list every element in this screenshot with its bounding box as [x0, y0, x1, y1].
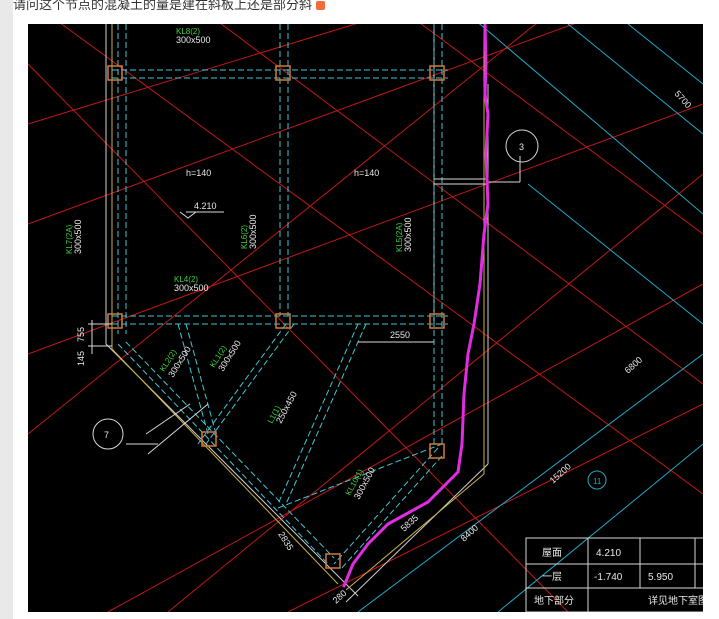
- slab-thickness-right: h=140: [354, 168, 379, 178]
- elevation-mark: 4.210: [194, 201, 217, 211]
- dimension-6800: 6800: [623, 355, 645, 376]
- table-row2-col2: -1.740: [594, 572, 623, 583]
- cad-drawing-image: 3 7 11 h=140 h=140 4.210 KL8(2) 300x500 …: [28, 24, 703, 612]
- axis-marker-a-label: 3: [519, 142, 524, 152]
- dimension-145: 145: [76, 351, 86, 366]
- dimension-280: 280: [331, 588, 349, 605]
- beam-kl6-size: 300x500: [248, 214, 258, 249]
- dimension-8400: 8400: [459, 523, 481, 544]
- table-row2-col3: 5.950: [648, 572, 673, 583]
- dimension-5700: 5700: [673, 89, 694, 111]
- beam-kl4-size: 300x500: [174, 283, 209, 293]
- cad-drawing-svg: 3 7 11 h=140 h=140 4.210 KL8(2) 300x500 …: [28, 24, 703, 612]
- magenta-annotation-stroke: [342, 24, 490, 588]
- dimension-2835: 2835: [276, 530, 295, 552]
- cyan-dashed-beams: [112, 24, 448, 571]
- question-text: 请问这个节点的混凝土的量是建在斜板上还是部分斜: [13, 0, 703, 14]
- beam-kl8-size: 300x500: [176, 35, 211, 45]
- left-margin-strip: [0, 0, 13, 619]
- table-row2-col1: 一层: [542, 571, 562, 583]
- red-axis-grid: [28, 24, 703, 612]
- beam-kl7-size: 300x500: [73, 219, 83, 254]
- leader-lines: [88, 156, 521, 455]
- question-text-content: 请问这个节点的混凝土的量是建在斜板上还是部分斜: [13, 0, 313, 13]
- dimension-2550: 2550: [390, 330, 410, 340]
- dimension-755: 755: [76, 327, 86, 342]
- table-row1-col1: 屋面: [542, 547, 562, 559]
- slab-thickness-left: h=140: [186, 168, 211, 178]
- table-row3-col1: 地下部分: [534, 594, 574, 607]
- image-badge-icon: [316, 1, 326, 10]
- beam-kl5-size: 300x500: [403, 217, 413, 252]
- structure-outline: [105, 24, 489, 603]
- table-row1-col2: 4.210: [596, 548, 621, 559]
- axis-marker-c-label: 11: [593, 477, 602, 486]
- columns: [107, 65, 445, 569]
- axis-marker-b-label: 7: [104, 430, 109, 440]
- elevation-table: 屋面 4.210 一层 -1.740 5.950 地下部分 详见地下室图纸: [525, 537, 703, 612]
- table-row3-col2: 详见地下室图纸: [648, 594, 703, 607]
- dimension-15200: 15200: [548, 461, 573, 485]
